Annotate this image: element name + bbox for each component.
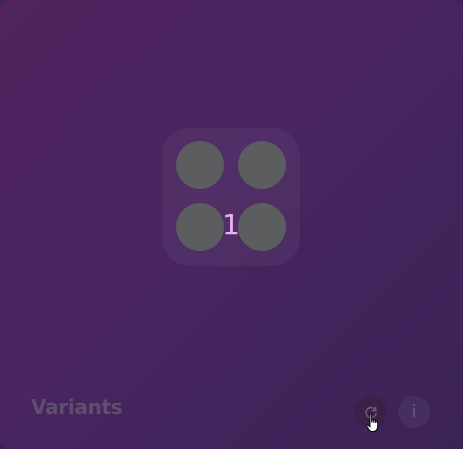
variant-dot bbox=[176, 141, 224, 189]
variant-dot bbox=[238, 141, 286, 189]
variant-grid-tile[interactable]: 1 bbox=[162, 128, 300, 266]
info-button[interactable]: i bbox=[398, 396, 430, 428]
card-title: Variants bbox=[31, 395, 123, 419]
hand-cursor-icon bbox=[366, 413, 379, 432]
variant-count: 1 bbox=[222, 208, 240, 241]
info-icon: i bbox=[411, 401, 417, 422]
variants-card: 1 Variants i bbox=[0, 0, 463, 449]
